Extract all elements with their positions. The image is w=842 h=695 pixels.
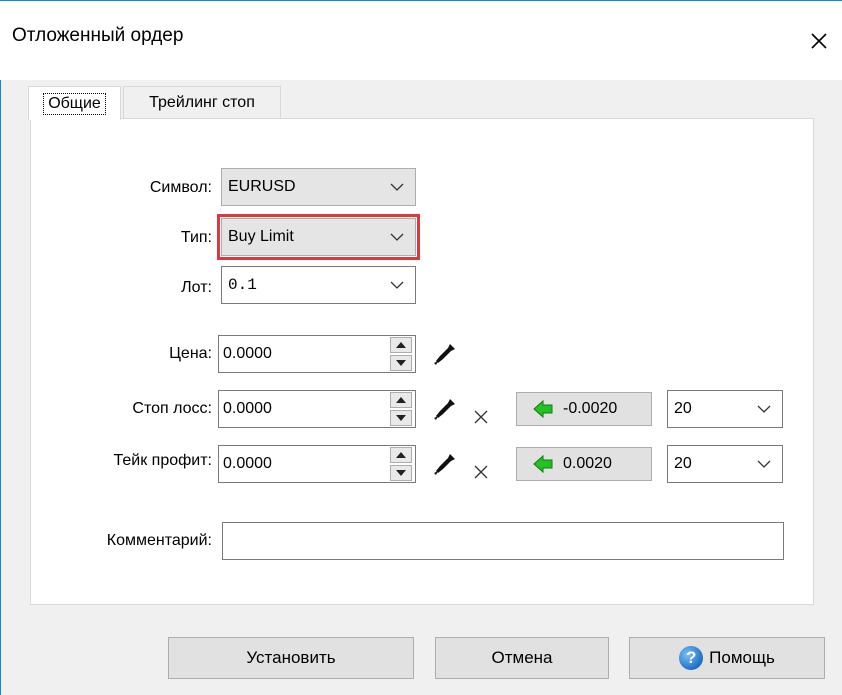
lot-combo[interactable]: 0.1 xyxy=(221,266,416,304)
comment-input[interactable] xyxy=(222,522,784,560)
eyedropper-icon[interactable] xyxy=(432,341,458,367)
eyedropper-icon[interactable] xyxy=(432,451,458,477)
take-profit-step-button[interactable]: 0.0020 xyxy=(516,447,652,481)
price-stepper[interactable] xyxy=(390,337,412,371)
tab-general-label: Общие xyxy=(43,92,106,115)
help-button-label: Помощь xyxy=(709,648,775,667)
stop-loss-label: Стоп лосс: xyxy=(132,400,212,417)
chevron-down-icon xyxy=(757,460,771,468)
eyedropper-icon[interactable] xyxy=(432,396,458,422)
spin-up-button[interactable] xyxy=(390,392,412,408)
tab-trailing-stop-label: Трейлинг стоп xyxy=(149,93,255,111)
pending-order-dialog: Отложенный ордер Общие Трейлинг стоп Сим… xyxy=(0,0,842,695)
triangle-down-icon xyxy=(396,415,406,421)
type-label: Тип: xyxy=(180,229,212,246)
stop-loss-stepper[interactable] xyxy=(390,392,412,426)
window-border xyxy=(0,80,1,695)
cancel-button[interactable]: Отмена xyxy=(435,637,609,679)
lot-label: Лот: xyxy=(181,279,212,296)
take-profit-step-value: 0.0020 xyxy=(563,455,612,472)
triangle-up-icon xyxy=(396,397,406,403)
chevron-down-icon xyxy=(390,233,404,241)
green-left-arrow-icon xyxy=(533,400,553,418)
cancel-button-label: Отмена xyxy=(491,648,553,667)
tab-trailing-stop[interactable]: Трейлинг стоп xyxy=(123,86,281,118)
price-label: Цена: xyxy=(169,345,212,362)
stop-loss-points-combo[interactable]: 20 xyxy=(667,390,783,428)
spin-down-button[interactable] xyxy=(390,465,412,481)
symbol-value: EURUSD xyxy=(228,178,296,195)
stop-loss-value: 0.0000 xyxy=(223,400,272,417)
chevron-down-icon xyxy=(390,183,404,191)
help-button[interactable]: ? Помощь xyxy=(629,637,825,679)
take-profit-points-combo[interactable]: 20 xyxy=(667,445,783,483)
spin-down-button[interactable] xyxy=(390,355,412,371)
spin-up-button[interactable] xyxy=(390,447,412,463)
x-icon[interactable] xyxy=(474,465,488,479)
close-icon xyxy=(811,33,827,49)
spin-up-button[interactable] xyxy=(390,337,412,353)
type-select[interactable]: Buy Limit xyxy=(221,218,416,256)
stop-loss-step-value: -0.0020 xyxy=(563,400,618,417)
stop-loss-step-button[interactable]: -0.0020 xyxy=(516,392,652,426)
lot-value: 0.1 xyxy=(228,276,257,294)
tab-general[interactable]: Общие xyxy=(28,86,121,120)
price-input[interactable]: 0.0000 xyxy=(218,335,416,373)
take-profit-input[interactable]: 0.0000 xyxy=(218,445,416,483)
triangle-down-icon xyxy=(396,360,406,366)
triangle-down-icon xyxy=(396,470,406,476)
close-button[interactable] xyxy=(796,1,842,81)
symbol-select[interactable]: EURUSD xyxy=(221,168,416,206)
type-value: Buy Limit xyxy=(228,228,294,245)
take-profit-stepper[interactable] xyxy=(390,447,412,481)
spin-down-button[interactable] xyxy=(390,410,412,426)
triangle-up-icon xyxy=(396,452,406,458)
triangle-up-icon xyxy=(396,342,406,348)
price-value: 0.0000 xyxy=(223,345,272,362)
take-profit-value: 0.0000 xyxy=(223,455,272,472)
green-left-arrow-icon xyxy=(533,455,553,473)
chevron-down-icon xyxy=(390,281,404,289)
title-bar: Отложенный ордер xyxy=(0,0,842,80)
set-button-label: Установить xyxy=(246,648,336,667)
stop-loss-input[interactable]: 0.0000 xyxy=(218,390,416,428)
stop-loss-points-value: 20 xyxy=(674,400,692,417)
x-icon[interactable] xyxy=(474,410,488,424)
chevron-down-icon xyxy=(757,405,771,413)
set-button[interactable]: Установить xyxy=(168,637,414,679)
comment-label: Комментарий: xyxy=(106,532,212,549)
window-title: Отложенный ордер xyxy=(12,25,184,46)
help-circle-icon: ? xyxy=(679,646,704,670)
take-profit-points-value: 20 xyxy=(674,455,692,472)
take-profit-label: Тейк профит: xyxy=(113,452,213,469)
symbol-label: Символ: xyxy=(149,179,212,196)
